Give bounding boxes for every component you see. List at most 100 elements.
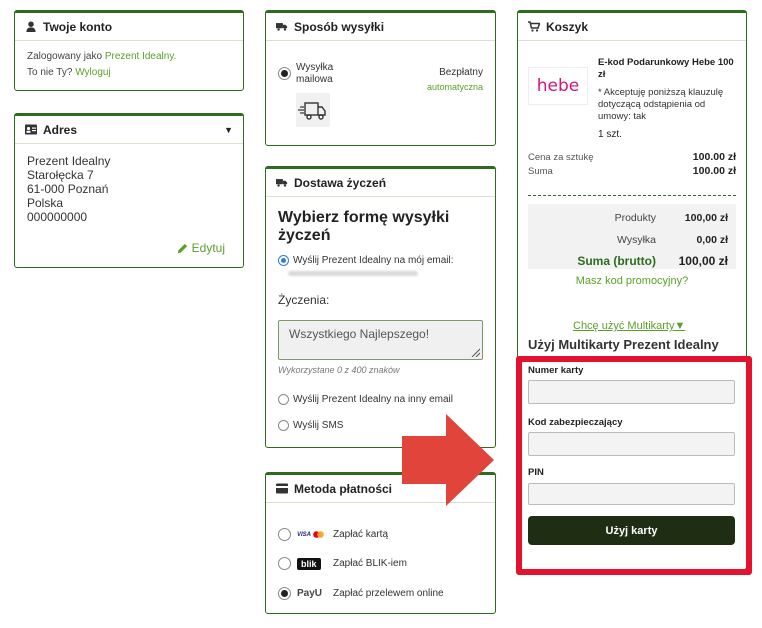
- address-panel: Adres ▼ Prezent Idealny Starołęcka 7 61-…: [14, 113, 244, 268]
- payment-blik-label: Zapłać BLIK-iem: [333, 558, 407, 569]
- dashed-divider: [528, 195, 736, 196]
- shipping-radio[interactable]: [278, 67, 291, 80]
- delivery-van-image: [296, 93, 330, 127]
- address-line: 000000000: [27, 210, 88, 224]
- truck-icon: [276, 179, 288, 187]
- unit-price-row: Cena za sztukę 100.00 zł: [528, 151, 736, 164]
- wishes-textarea-value: Wszystkiego Najlepszego!: [289, 327, 430, 341]
- chevron-down-icon[interactable]: ▼: [224, 125, 233, 135]
- cart-panel-header: Koszyk: [518, 13, 746, 41]
- shipping-value: 0,00 zł: [696, 234, 728, 246]
- account-title: Twoje konto: [43, 19, 113, 34]
- products-total-row: Produkty 100,00 zł: [528, 207, 728, 229]
- logout-line: To nie Ty? Wyloguj: [27, 65, 231, 81]
- address-panel-header[interactable]: Adres ▼: [15, 116, 243, 144]
- mastercard-icon: [313, 531, 324, 538]
- payment-title: Metoda płatności: [294, 481, 393, 496]
- payment-option-blik[interactable]: blik Zapłać BLIK-iem: [278, 557, 407, 570]
- product-info: E-kod Podarunkowy Hebe 100 zł * Akceptuj…: [598, 57, 738, 141]
- total-label: Suma (brutto): [577, 254, 656, 268]
- address-line: Prezent Idealny: [27, 154, 111, 168]
- shipping-panel-header: Sposób wysyłki: [266, 13, 495, 41]
- payment-blik-radio[interactable]: [278, 557, 291, 570]
- shipping-total-row: Wysyłka 0,00 zł: [528, 229, 728, 251]
- address-line: Polska: [27, 196, 64, 210]
- promo-code-link[interactable]: Masz kod promocyjny?: [518, 275, 746, 287]
- wishes-textarea[interactable]: Wszystkiego Najlepszego!: [278, 320, 483, 360]
- edit-address-label: Edytuj: [191, 241, 225, 255]
- payment-transfer-radio[interactable]: [278, 587, 291, 600]
- edit-address-link[interactable]: Edytuj: [177, 241, 225, 255]
- logout-link[interactable]: Wyloguj: [75, 67, 110, 78]
- wishes-option-sms[interactable]: Wyślij SMS: [278, 420, 343, 431]
- wishes-my-email-radio[interactable]: [278, 255, 289, 266]
- blurred-email: [288, 271, 418, 276]
- wishes-panel-header: Dostawa życzeń: [266, 169, 495, 197]
- visa-logo: VISA: [297, 531, 312, 538]
- not-you-text: To nie Ty?: [27, 67, 73, 78]
- address-line: 61-000 Poznań: [27, 182, 109, 196]
- visa-mastercard-logo: VISA: [297, 531, 327, 538]
- address-title: Adres: [43, 122, 78, 137]
- resize-handle-icon[interactable]: [470, 347, 480, 357]
- multicard-link-label: Chcę użyć Multikarty: [573, 320, 675, 332]
- credit-card-icon: [276, 483, 288, 494]
- wishes-option-other-email[interactable]: Wyślij Prezent Idealny na inny email: [278, 394, 453, 405]
- shipping-label: Wysyłka: [617, 234, 656, 246]
- multicard-heading: Użyj Multikarty Prezent Idealny: [528, 337, 719, 352]
- item-sum-label: Suma: [528, 166, 553, 177]
- unit-price-label: Cena za sztukę: [528, 152, 594, 163]
- user-icon: [26, 21, 36, 32]
- wishes-sms-label: Wyślij SMS: [293, 420, 344, 431]
- wishes-other-email-radio[interactable]: [278, 394, 289, 405]
- grand-total-row: Suma (brutto) 100,00 zł: [528, 251, 728, 271]
- logged-in-prefix: Zalogowany jako: [27, 51, 103, 62]
- payment-option-transfer[interactable]: PayU Zapłać przelewem online: [278, 587, 444, 600]
- product-accept-note: * Akceptuję poniższą klauzulę dotyczącą …: [598, 87, 724, 122]
- multicard-toggle-link[interactable]: Chcę użyć Multikarty▼: [573, 320, 685, 332]
- shipping-price-note: automatyczna: [426, 82, 483, 92]
- id-card-icon: [25, 124, 37, 135]
- payment-card-label: Zapłać kartą: [333, 529, 389, 540]
- item-sum-value: 100.00 zł: [692, 165, 736, 177]
- shipping-price: Bezpłatny automatyczna: [427, 66, 483, 94]
- wishes-heading: Wybierz formę wysyłki życzeń: [278, 209, 450, 244]
- wishes-delivery-panel: Dostawa życzeń Wybierz formę wysyłki życ…: [265, 166, 496, 448]
- wishes-title: Dostawa życzeń: [294, 175, 387, 190]
- shipping-option-radio[interactable]: [278, 67, 291, 83]
- blik-logo: blik: [297, 557, 321, 570]
- logged-in-user-link[interactable]: Prezent Idealny.: [105, 51, 177, 62]
- totals-box: Produkty 100,00 zł Wysyłka 0,00 zł Suma …: [528, 204, 736, 269]
- triangle-down-icon: ▼: [674, 320, 686, 332]
- price-rows: Cena za sztukę 100.00 zł Suma 100.00 zł: [528, 151, 736, 179]
- blik-logo-wrap: blik: [297, 557, 327, 570]
- total-value: 100,00 zł: [678, 254, 728, 268]
- payment-card-radio[interactable]: [278, 528, 291, 541]
- wishes-label: Życzenia:: [278, 293, 330, 307]
- wishes-sms-radio[interactable]: [278, 420, 289, 431]
- hebe-logo: hebe: [536, 76, 580, 96]
- unit-price-value: 100.00 zł: [692, 151, 736, 163]
- red-highlight-frame: [516, 356, 752, 575]
- wishes-my-email-label: Wyślij Prezent Idealny na mój email:: [293, 255, 454, 266]
- pencil-icon: [177, 243, 187, 253]
- products-value: 100,00 zł: [684, 212, 728, 224]
- address-line: Starołęcka 7: [27, 168, 94, 182]
- shipping-option-label: Wysyłka mailowa: [296, 62, 333, 86]
- shopping-cart-icon: [528, 21, 540, 32]
- delivery-truck-icon: [298, 102, 326, 120]
- shipping-option-label-1: Wysyłka: [296, 62, 334, 73]
- product-name: E-kod Podarunkowy Hebe 100 zł: [598, 57, 734, 80]
- wishes-counter: Wykorzystane 0 z 400 znaków: [278, 365, 400, 375]
- payu-logo: PayU: [297, 588, 323, 599]
- address-text: Prezent Idealny Starołęcka 7 61-000 Pozn…: [15, 144, 243, 234]
- wishes-option-my-email[interactable]: Wyślij Prezent Idealny na mój email:: [278, 255, 454, 266]
- shipping-option-label-2: mailowa: [296, 74, 333, 85]
- logged-in-line: Zalogowany jako Prezent Idealny.: [27, 49, 231, 65]
- payment-option-card[interactable]: VISA Zapłać kartą: [278, 528, 388, 541]
- shipping-price-value: Bezpłatny: [439, 67, 483, 78]
- cart-title: Koszyk: [546, 19, 589, 34]
- payment-transfer-label: Zapłać przelewem online: [333, 588, 444, 599]
- truck-icon: [276, 23, 288, 31]
- account-panel: Twoje konto Zalogowany jako Prezent Idea…: [14, 10, 244, 91]
